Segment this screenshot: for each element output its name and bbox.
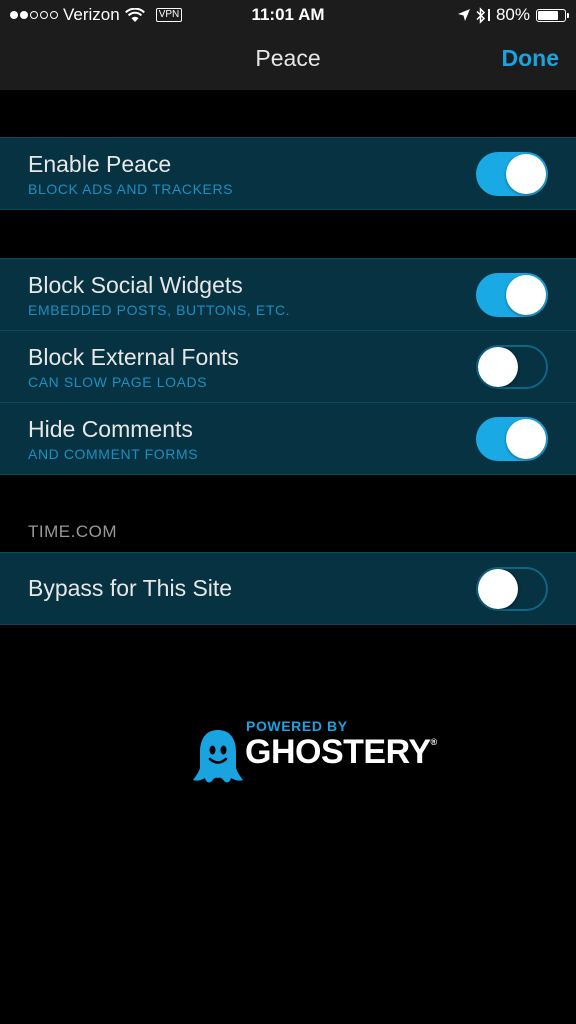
enable-peace-toggle[interactable] bbox=[476, 152, 548, 196]
block-social-widgets-toggle[interactable] bbox=[476, 273, 548, 317]
enable-peace-row: Enable Peace BLOCK ADS AND TRACKERS bbox=[0, 138, 576, 209]
brand-name: GHOSTERY® bbox=[245, 733, 437, 772]
toggle-knob bbox=[506, 419, 546, 459]
blocking-options-group: Block Social Widgets EMBEDDED POSTS, BUT… bbox=[0, 258, 576, 475]
battery-percent: 80% bbox=[495, 5, 530, 24]
ghost-logo-icon bbox=[193, 730, 243, 783]
block-external-fonts-label: Block External Fonts bbox=[28, 344, 239, 370]
site-section-header: TIME.COM bbox=[28, 522, 117, 541]
hide-comments-label: Hide Comments bbox=[28, 416, 193, 442]
bypass-site-label: Bypass for This Site bbox=[28, 575, 233, 601]
block-external-fonts-toggle[interactable] bbox=[476, 345, 548, 389]
page-title: Peace bbox=[255, 45, 321, 71]
bypass-site-row: Bypass for This Site bbox=[0, 553, 576, 624]
hide-comments-toggle[interactable] bbox=[476, 417, 548, 461]
enable-peace-subtitle: BLOCK ADS AND TRACKERS bbox=[28, 181, 234, 197]
block-external-fonts-row: Block External Fonts CAN SLOW PAGE LOADS bbox=[0, 330, 576, 402]
block-external-fonts-subtitle: CAN SLOW PAGE LOADS bbox=[28, 374, 208, 390]
enable-peace-group: Enable Peace BLOCK ADS AND TRACKERS bbox=[0, 137, 576, 210]
block-social-widgets-subtitle: EMBEDDED POSTS, BUTTONS, ETC. bbox=[28, 302, 291, 318]
site-group: Bypass for This Site bbox=[0, 552, 576, 625]
hide-comments-row: Hide Comments AND COMMENT FORMS bbox=[0, 402, 576, 474]
battery-level-fill bbox=[538, 10, 559, 20]
status-bar: Verizon VPN 11:01 AM 80% bbox=[0, 0, 576, 32]
navigation-bar: Peace Done bbox=[0, 32, 576, 90]
bypass-site-toggle[interactable] bbox=[476, 567, 548, 611]
toggle-knob bbox=[478, 569, 518, 609]
enable-peace-label: Enable Peace bbox=[28, 151, 172, 177]
block-social-widgets-label: Block Social Widgets bbox=[28, 272, 243, 298]
done-button[interactable]: Done bbox=[502, 45, 560, 72]
charging-indicator bbox=[487, 9, 490, 21]
block-social-widgets-row: Block Social Widgets EMBEDDED POSTS, BUT… bbox=[0, 259, 576, 330]
registered-mark: ® bbox=[430, 737, 438, 747]
location-arrow-icon bbox=[457, 9, 470, 21]
hide-comments-subtitle: AND COMMENT FORMS bbox=[28, 446, 199, 462]
toggle-knob bbox=[506, 275, 546, 315]
battery-icon bbox=[536, 8, 569, 22]
powered-by-label: POWERED BY bbox=[246, 718, 348, 734]
bluetooth-icon bbox=[476, 6, 486, 24]
brand-text: GHOSTERY bbox=[245, 733, 431, 771]
ghostery-logo: POWERED BY GHOSTERY® bbox=[193, 718, 437, 788]
status-right: 80% bbox=[457, 5, 569, 25]
toggle-knob bbox=[506, 154, 546, 194]
toggle-knob bbox=[478, 347, 518, 387]
